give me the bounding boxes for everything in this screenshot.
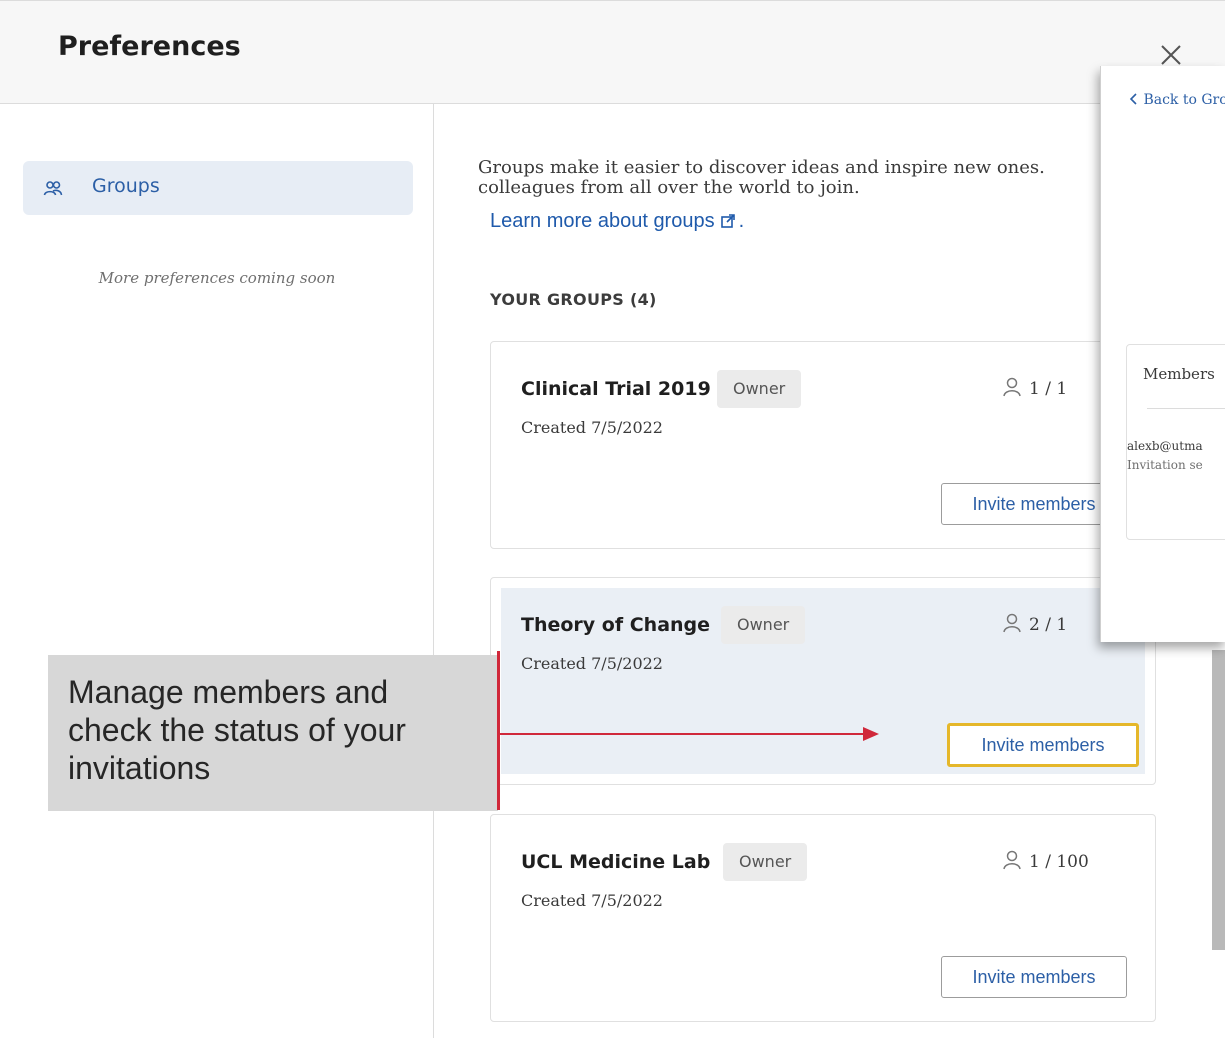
intro-line-2: colleagues from all over the world to jo… (478, 177, 860, 198)
person-icon (1003, 613, 1021, 633)
section-title: YOUR GROUPS (4) (490, 290, 657, 309)
tab-members[interactable]: Members (1143, 365, 1215, 383)
created-date: Created 7/5/2022 (521, 418, 663, 437)
person-icon (1003, 850, 1021, 870)
member-count-value: 2 / 1 (1029, 615, 1068, 635)
member-count: 1 / 100 (1001, 849, 1089, 872)
external-link-icon (720, 214, 735, 228)
callout-arrow-line (500, 733, 865, 735)
member-count: 1 / 1 (1001, 376, 1067, 399)
sidebar-item-label: Groups (92, 175, 160, 197)
sidebar: Groups More preferences coming soon (0, 104, 434, 1038)
group-name: UCL Medicine Lab (521, 851, 711, 873)
preferences-header: Preferences (0, 0, 1225, 104)
scrollbar[interactable] (1212, 650, 1225, 950)
group-card: UCL Medicine Lab Owner Created 7/5/2022 … (490, 814, 1156, 1022)
members-overlay-panel: Back to Gro Members alexb@utma Invitatio… (1100, 66, 1225, 642)
back-label: Back to Gro (1143, 92, 1225, 108)
page-title: Preferences (58, 31, 241, 62)
learn-more-link[interactable]: Learn more about groups . (490, 210, 744, 233)
learn-more-suffix: . (738, 210, 745, 232)
invite-members-button[interactable]: Invite members (947, 723, 1139, 767)
member-count-value: 1 / 100 (1029, 852, 1089, 872)
callout-bracket (497, 651, 500, 810)
group-name: Clinical Trial 2019 (521, 378, 711, 400)
sidebar-item-groups[interactable]: Groups (23, 161, 413, 215)
intro-line-1: Groups make it easier to discover ideas … (478, 158, 1045, 178)
learn-more-label: Learn more about groups (490, 210, 715, 232)
sidebar-note: More preferences coming soon (98, 269, 336, 287)
role-badge: Owner (717, 370, 802, 408)
group-card: Clinical Trial 2019 Owner Created 7/5/20… (490, 341, 1156, 549)
members-panel: Members alexb@utma Invitation se (1126, 344, 1225, 540)
groups-intro: Groups make it easier to discover ideas … (478, 158, 1108, 198)
role-badge: Owner (721, 606, 806, 644)
invitation-status: Invitation se (1127, 458, 1203, 472)
divider (1147, 408, 1225, 409)
tutorial-callout: Manage members and check the status of y… (48, 655, 498, 811)
people-icon (43, 181, 63, 196)
created-date: Created 7/5/2022 (521, 891, 663, 910)
close-icon[interactable] (1158, 42, 1184, 68)
callout-arrowhead (863, 727, 879, 741)
role-badge: Owner (723, 843, 808, 881)
member-email: alexb@utma (1127, 439, 1203, 453)
group-name: Theory of Change (521, 614, 711, 636)
group-card: Theory of Change Owner Created 7/5/2022 … (490, 577, 1156, 785)
created-date: Created 7/5/2022 (521, 654, 663, 673)
chevron-left-icon (1129, 93, 1137, 105)
back-to-groups-link[interactable]: Back to Gro (1129, 92, 1225, 108)
invite-members-button[interactable]: Invite members (941, 956, 1127, 998)
person-icon (1003, 377, 1021, 397)
member-count: 2 / 1 (1001, 612, 1067, 635)
member-count-value: 1 / 1 (1029, 379, 1068, 399)
